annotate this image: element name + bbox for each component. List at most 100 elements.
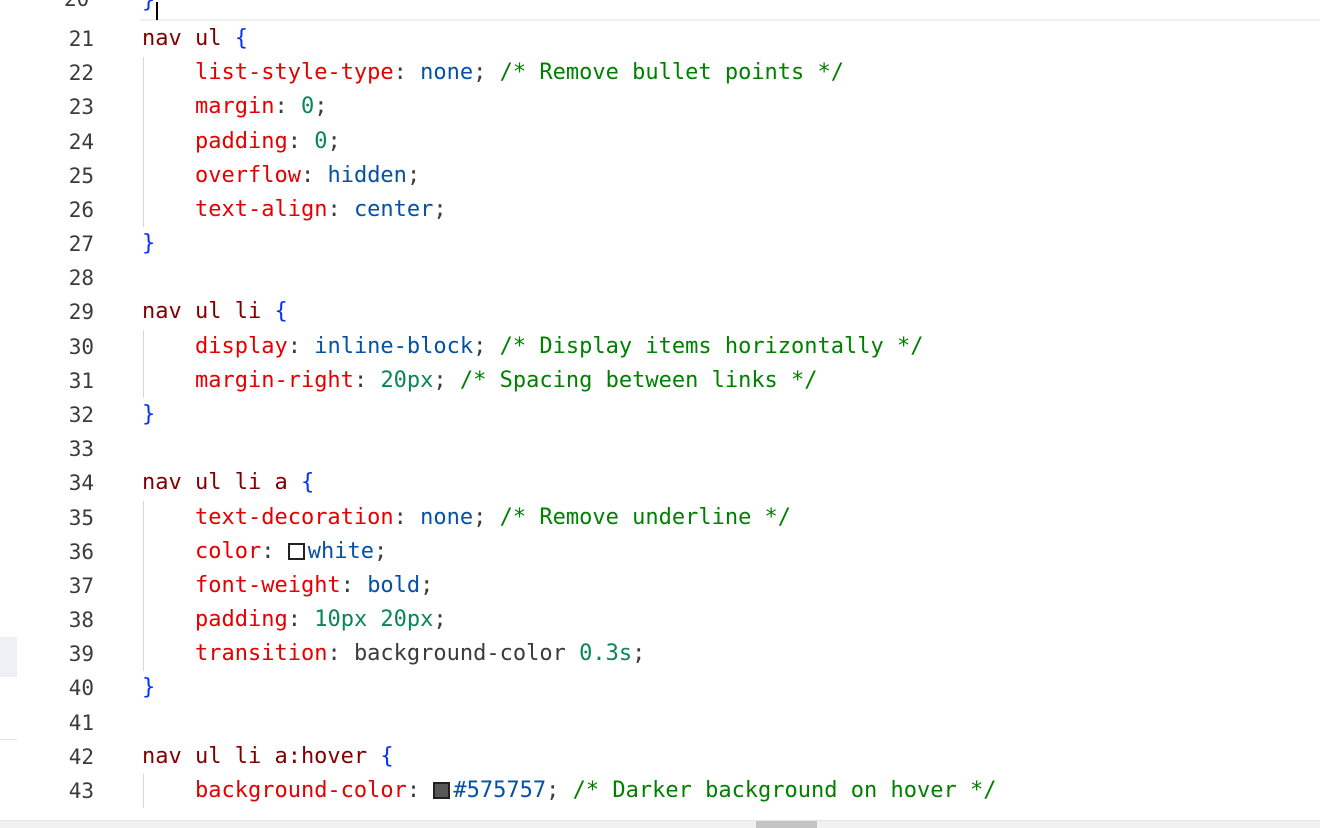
line-number: 35 xyxy=(68,505,94,530)
code-token: { xyxy=(380,743,394,769)
code-token: ; xyxy=(406,162,421,188)
code-line[interactable]: 27} xyxy=(0,227,1320,261)
code-text: transition: background-color 0.3s; xyxy=(142,637,645,671)
code-token: inline-block xyxy=(314,333,474,359)
line-number: 29 xyxy=(68,300,94,325)
code-line[interactable]: 42 nav ul li a:hover { xyxy=(0,740,1320,774)
code-token: ; xyxy=(433,607,447,633)
scrollbar-thumb[interactable] xyxy=(756,821,817,828)
code-line[interactable]: 32} xyxy=(0,398,1320,432)
line-number: 41 xyxy=(68,710,94,735)
code-line[interactable]: 37 font-weight: bold; xyxy=(0,569,1320,603)
line-number: 37 xyxy=(68,573,94,598)
code-token: ; xyxy=(473,333,500,359)
code-line[interactable]: 34 nav ul li a { xyxy=(0,466,1320,500)
line-number: 24 xyxy=(68,129,94,154)
code-line[interactable]: 41 xyxy=(0,706,1320,740)
code-line[interactable]: 33 xyxy=(0,432,1320,466)
code-token: ; xyxy=(433,367,460,393)
code-line[interactable]: 43 background-color: #575757; /* Darker … xyxy=(0,774,1320,808)
code-token: nav ul li a:hover xyxy=(142,743,368,769)
line-number: 34 xyxy=(68,471,94,496)
line-number: 42 xyxy=(68,744,94,769)
code-token: /* Remove bullet points */ xyxy=(499,60,845,86)
line-number: 26 xyxy=(68,197,94,222)
code-token: nav ul xyxy=(142,26,222,51)
code-line[interactable]: 40} xyxy=(0,671,1320,705)
code-token: 10px 20px xyxy=(314,607,434,633)
code-token: : xyxy=(340,572,368,598)
code-token: : xyxy=(287,333,315,359)
code-token: ; xyxy=(632,641,646,667)
code-text: } xyxy=(142,671,155,705)
line-number: 27 xyxy=(68,232,94,257)
code-line[interactable]: 31 margin-right: 20px; /* Spacing betwee… xyxy=(0,364,1320,398)
code-token: { xyxy=(274,299,288,325)
code-token: { xyxy=(234,26,248,51)
code-line[interactable]: 25 overflow: hidden; xyxy=(0,159,1320,193)
code-token: margin-right xyxy=(194,367,354,393)
code-token: background-color xyxy=(194,777,407,803)
horizontal-scrollbar[interactable] xyxy=(0,820,1320,828)
code-line[interactable]: 23 margin: 0; xyxy=(0,90,1320,124)
code-line[interactable]: 29 nav ul li { xyxy=(0,295,1320,329)
code-token: /* Remove underline */ xyxy=(499,504,792,530)
color-swatch[interactable] xyxy=(287,542,305,560)
line-number: 38 xyxy=(68,608,94,633)
code-text: text-align: center; xyxy=(142,193,447,227)
code-text: nav ul li { xyxy=(142,295,288,329)
code-token: ; xyxy=(314,94,328,120)
code-text: display: inline-block; /* Display items … xyxy=(142,330,924,364)
code-line[interactable]: 35 text-decoration: none; /* Remove unde… xyxy=(0,501,1320,535)
code-token: none xyxy=(420,60,474,86)
code-text: nav ul li a:hover { xyxy=(142,740,394,774)
code-token: } xyxy=(142,401,156,427)
color-swatch[interactable] xyxy=(433,781,451,799)
code-token: overflow xyxy=(194,162,301,188)
code-token: : xyxy=(406,777,434,803)
code-token: /* Spacing between links */ xyxy=(459,367,818,393)
code-text: nav ul li a { xyxy=(142,466,314,500)
code-line[interactable]: 36 color: white; xyxy=(0,535,1320,569)
code-token: ; xyxy=(327,128,341,154)
code-token: center xyxy=(353,196,434,222)
code-token: 20px xyxy=(380,367,434,393)
code-line[interactable]: 28 xyxy=(0,261,1320,295)
code-token: text-decoration xyxy=(194,504,394,530)
code-token: nav ul li a xyxy=(142,470,288,496)
code-line[interactable]: 38 padding: 10px 20px; xyxy=(0,603,1320,637)
code-line[interactable]: 39 transition: background-color 0.3s; xyxy=(0,637,1320,671)
line-number: 32 xyxy=(68,402,94,427)
code-token: : xyxy=(353,367,381,393)
code-token: margin xyxy=(194,94,275,120)
code-token: nav ul li xyxy=(142,299,262,325)
code-token: transition xyxy=(194,641,328,667)
code-text: list-style-type: none; /* Remove bullet … xyxy=(142,56,844,90)
code-line[interactable]: 24 padding: 0; xyxy=(0,125,1320,159)
code-token: hidden xyxy=(327,162,407,188)
code-token: 0 xyxy=(314,128,328,154)
code-text: nav ul { xyxy=(142,22,248,56)
code-line[interactable]: 30 display: inline-block; /* Display ite… xyxy=(0,330,1320,364)
code-token: ; xyxy=(546,777,573,803)
code-token: bold xyxy=(367,572,421,598)
code-token: } xyxy=(142,675,156,701)
code-line[interactable]: 21 nav ul { xyxy=(0,22,1320,56)
code-token: color xyxy=(194,538,262,564)
code-line[interactable]: 26 text-align: center; xyxy=(0,193,1320,227)
code-editor[interactable]: 20 } 21nav ul {22 list-style-type: none;… xyxy=(0,0,1320,828)
line-number: 28 xyxy=(68,266,94,291)
code-line[interactable]: 22 list-style-type: none; /* Remove bull… xyxy=(0,56,1320,90)
code-text: margin: 0; xyxy=(142,90,327,124)
code-token: 0.3s xyxy=(579,641,633,667)
